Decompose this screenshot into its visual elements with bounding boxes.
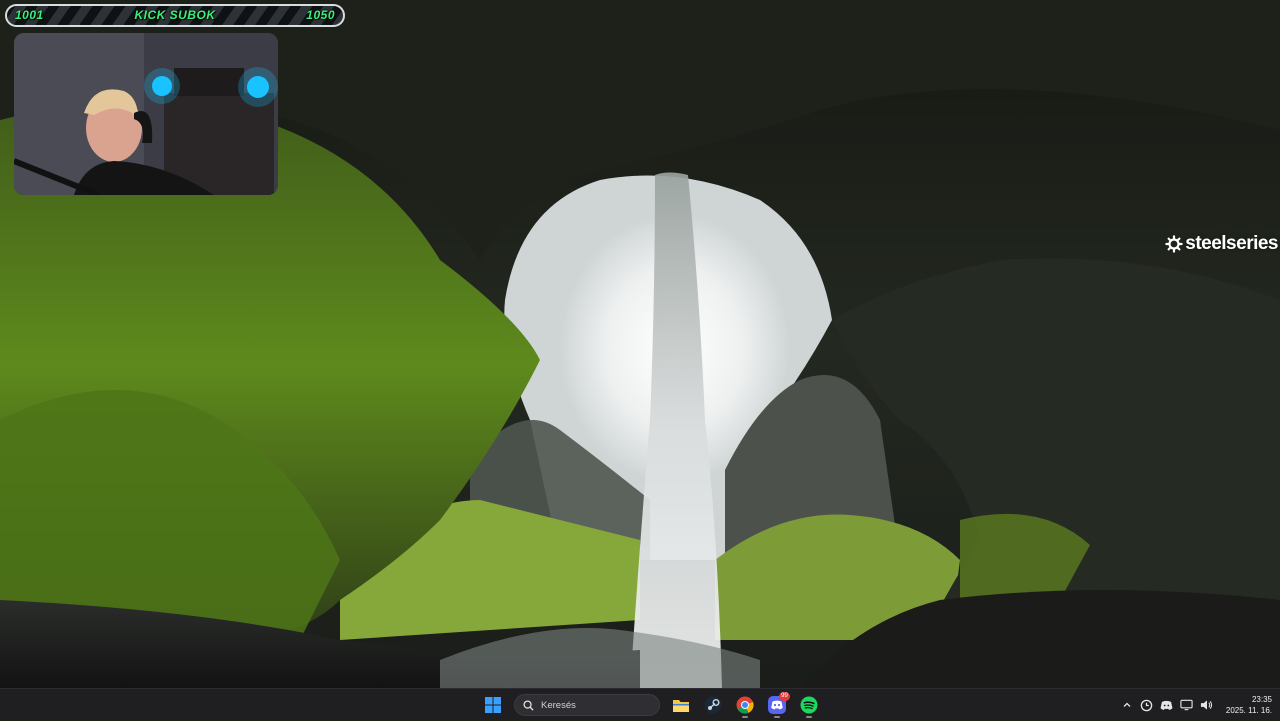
network-icon xyxy=(1180,699,1194,711)
chrome-icon xyxy=(736,696,754,714)
system-tray: 23:35 2025. 11. 16. xyxy=(1120,689,1272,721)
steelseries-logo: steelseries xyxy=(1165,233,1278,255)
steelseries-wordmark: steelseries xyxy=(1185,233,1278,254)
taskbar-discord[interactable]: 99 xyxy=(764,692,790,718)
taskbar-search[interactable]: Keresés xyxy=(514,694,660,716)
steam-icon xyxy=(704,696,722,714)
discord-notification-badge: 99 xyxy=(779,692,790,701)
search-icon xyxy=(523,699,534,711)
running-indicator xyxy=(774,716,780,718)
clock-time: 23:35 xyxy=(1251,695,1272,704)
running-indicator xyxy=(806,716,812,718)
taskbar-file-explorer[interactable] xyxy=(668,692,694,718)
clock-date: 2025. 11. 16. xyxy=(1225,706,1272,715)
tray-volume[interactable] xyxy=(1200,698,1214,712)
search-placeholder: Keresés xyxy=(541,699,576,711)
running-indicator xyxy=(742,716,748,718)
tray-steelseries-gg[interactable] xyxy=(1140,698,1154,712)
steelseries-gg-icon xyxy=(1141,699,1153,711)
discord-tray-icon xyxy=(1160,700,1173,710)
steelseries-logo-icon xyxy=(1165,235,1183,253)
spotify-icon xyxy=(800,696,818,714)
windows-start-icon xyxy=(485,697,501,713)
sub-goal-target: 1050 xyxy=(306,8,335,22)
taskbar-clock[interactable]: 23:35 2025. 11. 16. xyxy=(1226,694,1272,716)
show-hidden-icons-button[interactable] xyxy=(1120,698,1134,712)
start-button[interactable] xyxy=(480,692,506,718)
tray-network[interactable] xyxy=(1180,698,1194,712)
taskbar-steam[interactable] xyxy=(700,692,726,718)
webcam-feed xyxy=(14,33,278,195)
taskbar: Keresés 99 23:35 2025. 11. 16. xyxy=(0,688,1280,720)
tray-discord[interactable] xyxy=(1160,698,1174,712)
taskbar-center: Keresés 99 xyxy=(480,689,822,721)
sub-goal-bar: 1001 KICK SUBOK 1050 xyxy=(5,4,345,27)
file-explorer-icon xyxy=(673,700,689,712)
sub-goal-title: KICK SUBOK xyxy=(134,8,216,22)
volume-icon xyxy=(1201,700,1213,710)
taskbar-chrome[interactable] xyxy=(732,692,758,718)
taskbar-spotify[interactable] xyxy=(796,692,822,718)
chevron-up-icon xyxy=(1123,702,1131,707)
